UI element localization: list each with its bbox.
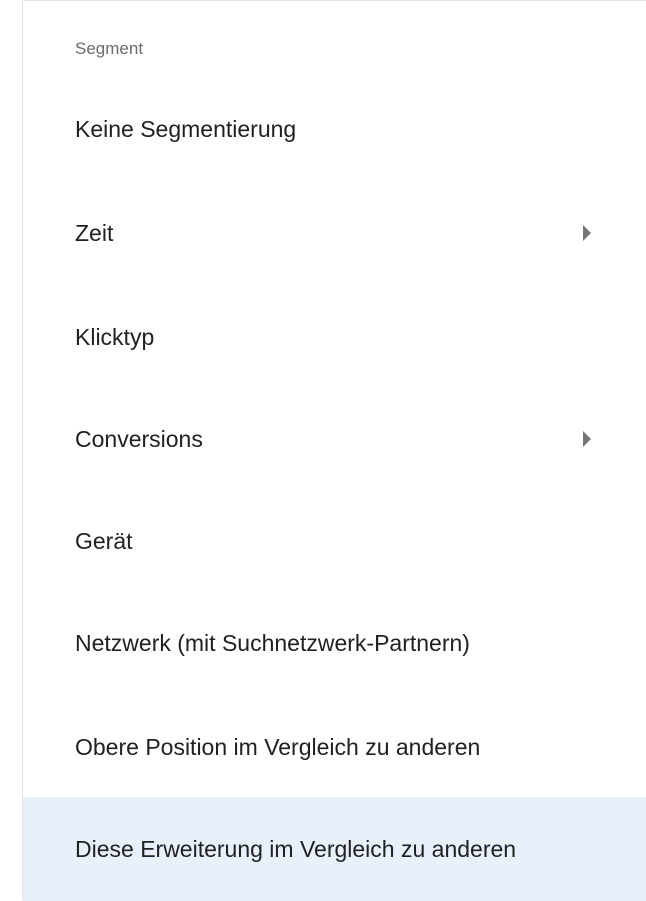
chevron-right-icon	[583, 225, 591, 241]
segment-menu: Segment Keine Segmentierung Zeit Klickty…	[22, 0, 646, 901]
menu-item-label: Klicktyp	[75, 324, 155, 350]
menu-item-label: Keine Segmentierung	[75, 116, 297, 142]
menu-item-conversions[interactable]: Conversions	[23, 387, 646, 491]
menu-item-diese-erweiterung[interactable]: Diese Erweiterung im Vergleich zu andere…	[23, 797, 646, 901]
menu-item-label: Netzwerk (mit Suchnetzwerk-Partnern)	[75, 630, 470, 656]
menu-item-obere-position[interactable]: Obere Position im Vergleich zu anderen	[23, 695, 646, 799]
menu-item-label: Gerät	[75, 528, 133, 554]
menu-item-geraet[interactable]: Gerät	[23, 489, 646, 593]
menu-item-label: Diese Erweiterung im Vergleich zu andere…	[75, 836, 517, 862]
menu-item-klicktyp[interactable]: Klicktyp	[23, 285, 646, 389]
menu-header: Segment	[75, 39, 144, 58]
menu-item-label: Zeit	[75, 220, 114, 246]
menu-item-label: Obere Position im Vergleich zu anderen	[75, 734, 481, 760]
menu-item-netzwerk[interactable]: Netzwerk (mit Suchnetzwerk-Partnern)	[23, 591, 646, 695]
menu-item-zeit[interactable]: Zeit	[23, 181, 646, 285]
menu-item-label: Conversions	[75, 426, 203, 452]
menu-item-keine-segmentierung[interactable]: Keine Segmentierung	[23, 77, 646, 181]
chevron-right-icon	[583, 431, 591, 447]
